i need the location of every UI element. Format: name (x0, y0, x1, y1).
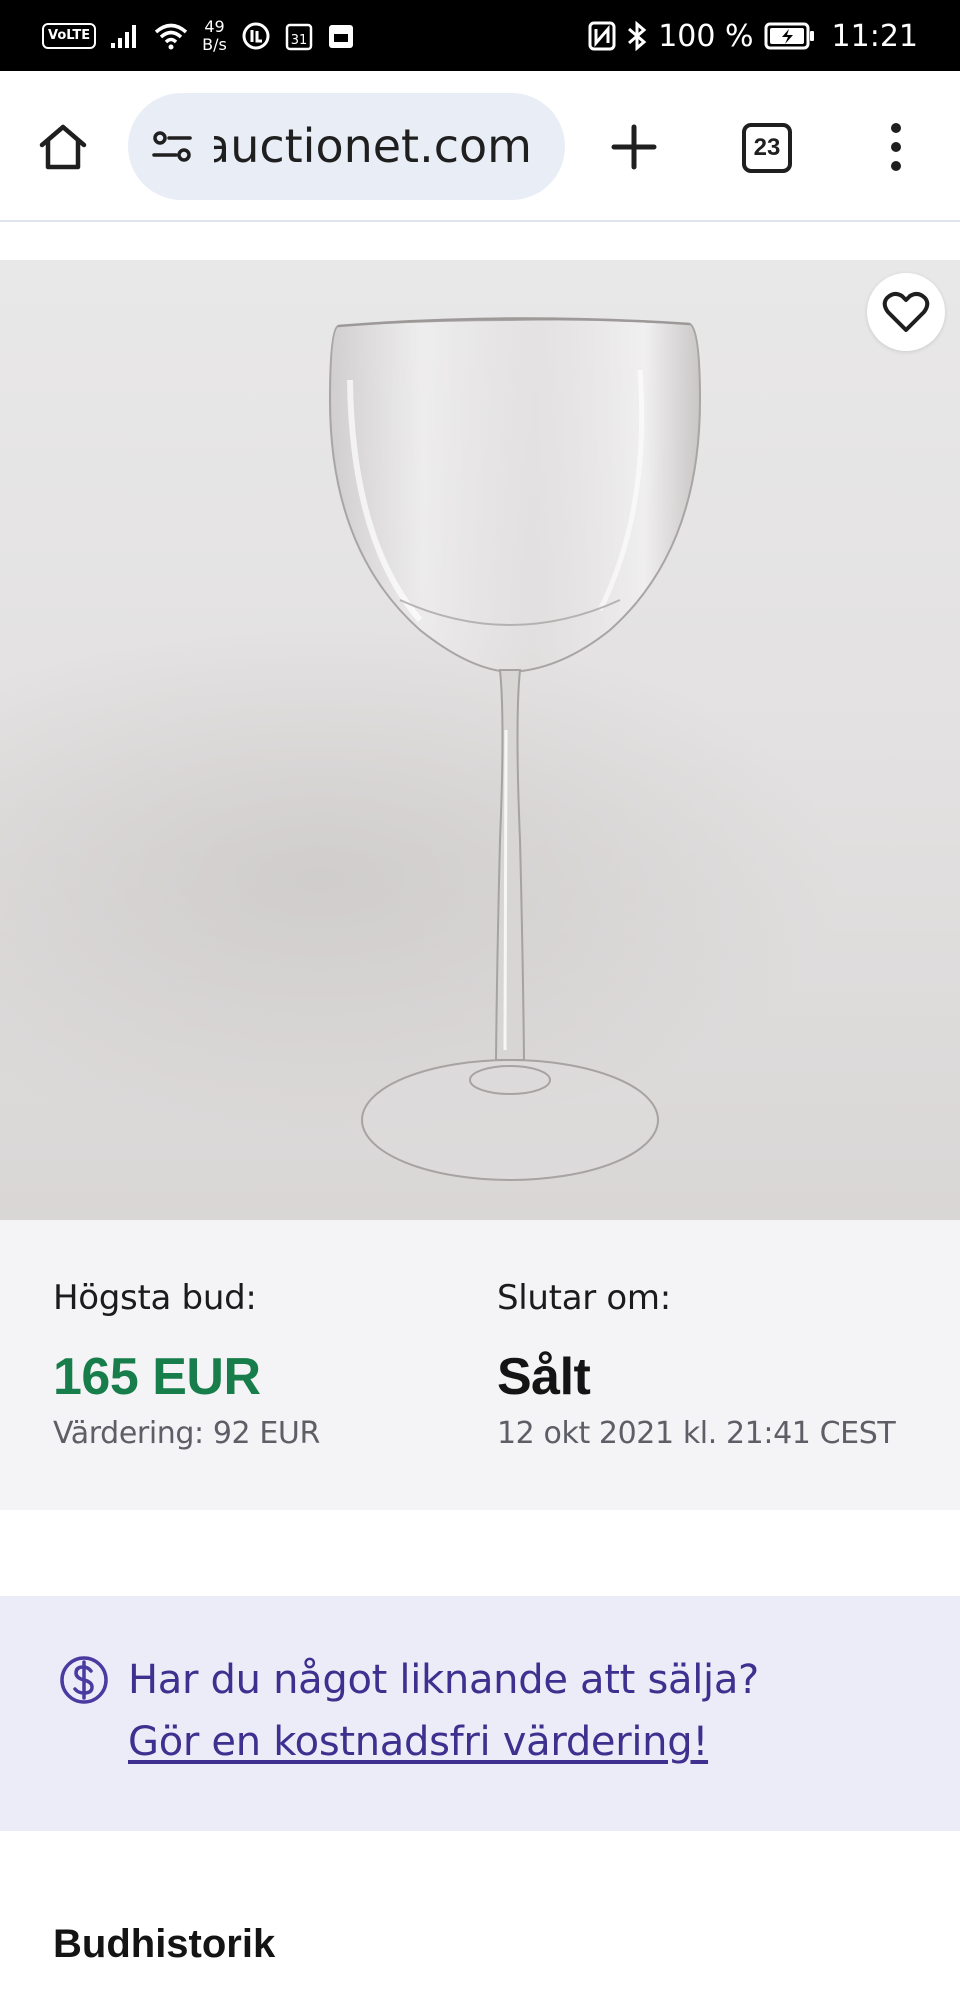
heart-icon (882, 291, 930, 332)
calendar-date: 31 (291, 33, 308, 48)
network-speed-unit: B/s (202, 35, 227, 54)
home-icon (39, 124, 87, 170)
more-vert-icon (891, 123, 901, 133)
highest-bid-section: Högsta bud: 165 EUR Värdering: 92 EUR (53, 1278, 320, 1452)
clock: 11:21 (831, 18, 918, 54)
address-bar[interactable]: auctionet.com (128, 93, 565, 200)
url-text: auctionet.com (214, 119, 532, 173)
wine-glass-photo (0, 317, 840, 1181)
status-bar: VoLTE 49 B/s 31 100 % 11:21 (0, 0, 960, 71)
signal-icon (111, 25, 137, 48)
sold-status: Sålt (497, 1348, 591, 1406)
end-time-section: Slutar om: Sålt 12 okt 2021 kl. 21:41 CE… (497, 1278, 896, 1452)
browser-menu-button[interactable] (876, 117, 916, 177)
favorite-button[interactable] (867, 273, 945, 351)
tab-count: 23 (753, 134, 781, 161)
status-bar-right: 100 % 11:21 (588, 14, 918, 58)
calendar-icon: 31 (285, 23, 313, 51)
highest-bid-label: Högsta bud: (53, 1278, 257, 1318)
network-speed-value: 49 (204, 17, 225, 36)
bid-history-heading: Budhistorik (53, 1922, 276, 1966)
valuation-text: Värdering: 92 EUR (53, 1416, 320, 1451)
product-image[interactable] (0, 260, 960, 1220)
sell-question: Har du något liknande att sälja? (128, 1657, 759, 1703)
dollar-circle-icon (60, 1656, 108, 1704)
bid-info-panel: Högsta bud: 165 EUR Värdering: 92 EUR Sl… (0, 1220, 960, 1510)
end-date: 12 okt 2021 kl. 21:41 CEST (497, 1416, 896, 1451)
free-valuation-link[interactable]: Gör en kostnadsfri värdering! (128, 1716, 708, 1768)
ends-label: Slutar om: (497, 1278, 671, 1318)
bluetooth-icon (628, 20, 647, 52)
tab-switcher-button[interactable]: 23 (742, 123, 792, 173)
highest-bid-value: 165 EUR (53, 1348, 261, 1406)
network-speed: 49 B/s (202, 18, 227, 54)
nfc-icon (588, 21, 616, 51)
more-vert-dot (891, 142, 901, 152)
home-button[interactable] (30, 117, 96, 177)
plus-icon (611, 124, 657, 170)
battery-percent: 100 % (658, 18, 754, 54)
sell-prompt-banner: Har du något liknande att sälja? Gör en … (0, 1596, 960, 1831)
browser-toolbar: auctionet.com 23 (0, 71, 960, 222)
new-tab-button[interactable] (604, 117, 664, 177)
more-vert-dot (891, 161, 901, 171)
volte-badge: VoLTE (42, 23, 97, 49)
url-clip: auctionet.com (214, 93, 544, 200)
wifi-icon (155, 23, 188, 50)
status-bar-left: VoLTE 49 B/s 31 (42, 14, 355, 58)
battery-icon (764, 22, 814, 50)
data-saver-icon (242, 22, 270, 50)
app-notification-icon (328, 25, 353, 48)
site-settings-icon[interactable] (150, 125, 194, 169)
